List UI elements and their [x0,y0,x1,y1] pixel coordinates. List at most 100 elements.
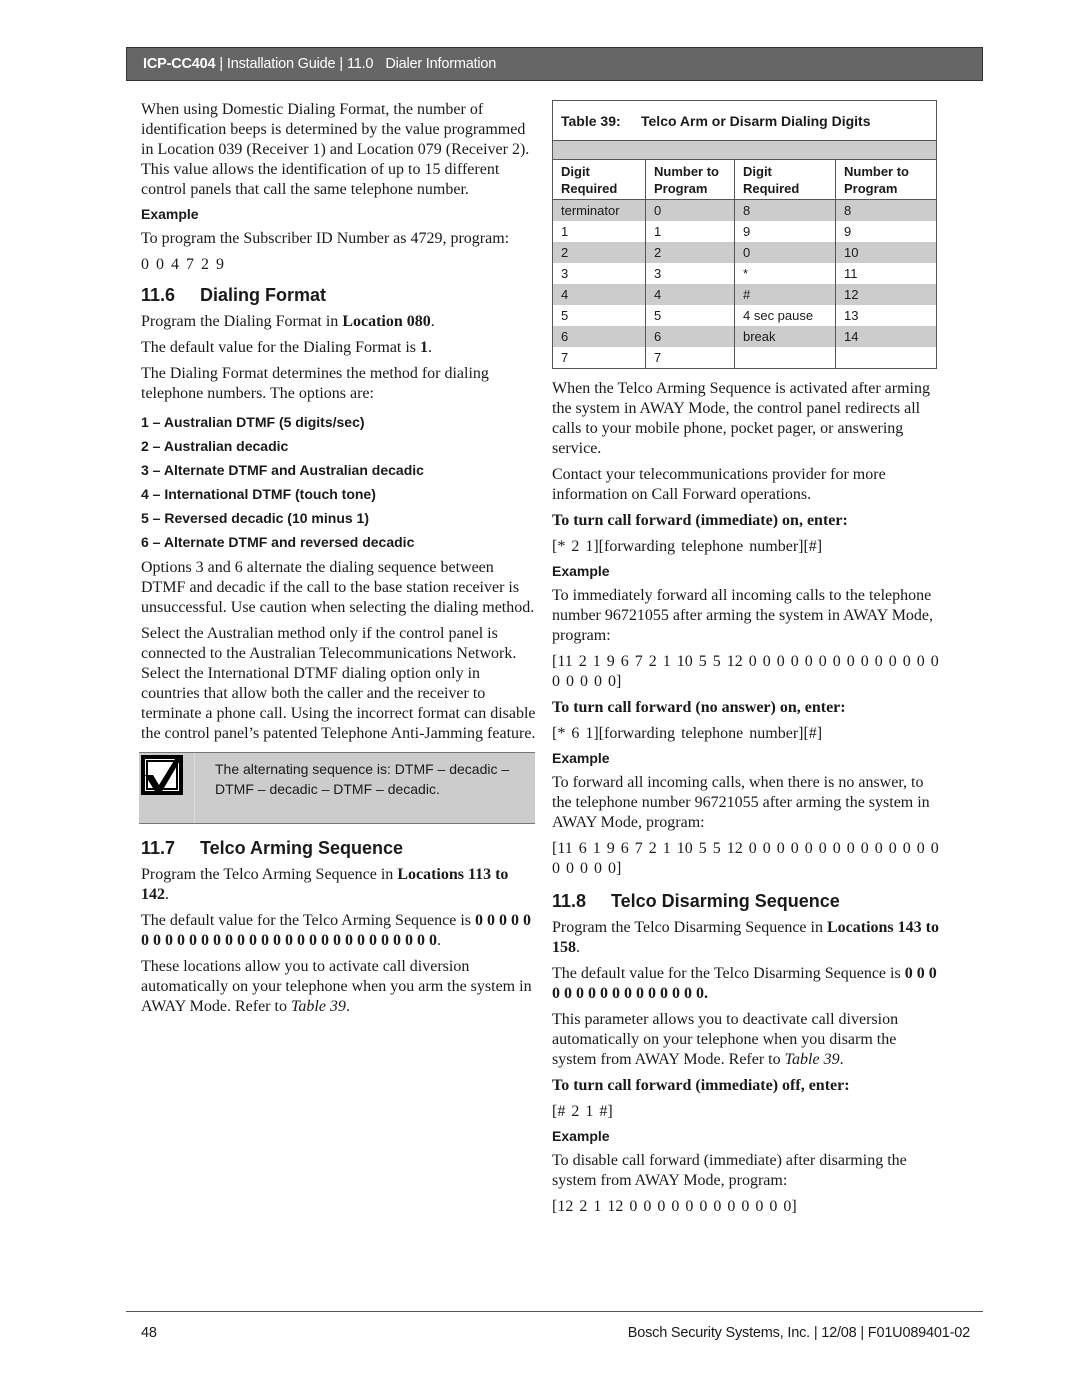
table-cell: 10 [835,242,937,263]
table-cell: 7 [645,347,735,369]
table-cell: break [734,326,836,347]
table-cell: # [734,284,836,305]
australian-method-paragraph: Select the Australian method only if the… [141,625,536,742]
arming-activation-paragraph: When the Telco Arming Sequence is activa… [552,380,930,457]
option-item: 1 – Australian DTMF (5 digits/sec) [141,414,365,430]
table-row: 77 [552,347,937,369]
table-cell: 7 [552,347,646,369]
dialing-format-location: Program the Dialing Format in Location 0… [141,313,435,330]
cf-off-heading: To turn call forward (immediate) off, en… [552,1077,850,1094]
cf-off-code: [# 2 1 #] [552,1103,613,1120]
section-heading-11-6: 11.6 Dialing Format [141,285,537,306]
table-cell: 9 [734,221,836,242]
table-cell: 4 [552,284,646,305]
chapter-title: Dialer Information [385,56,497,72]
table-cell: 14 [835,326,937,347]
arming-sequence-default: The default value for the Telco Arming S… [141,912,532,949]
table-cell: 2 [552,242,646,263]
right-column: Table 39: Telco Arm or Disarm Dialing Dig… [552,100,942,1223]
column-header: Number to Program [645,159,735,200]
table-row: 2 2 0 10 [552,242,937,263]
cf-noanswer-on-example-code: [11 6 1 9 6 7 2 1 10 5 5 12 0 0 0 0 0 0 … [552,840,939,877]
option-item: 4 – International DTMF (touch tone) [141,486,376,502]
cf-noanswer-on-code: [* 6 1][forwarding telephone number][#] [552,725,823,742]
cf-noanswer-on-example: To forward all incoming calls, when ther… [552,774,930,831]
table-title: Telco Arm or Disarm Dialing Digits [641,113,871,129]
table-reference: Table 39 [290,998,346,1015]
cf-immediate-on-example: To immediately forward all incoming call… [552,587,934,644]
table-row: 4 4 #12 [552,284,937,305]
table-row: 554 sec pause 13 [552,305,937,326]
left-column: When using Domestic Dialing Format, the … [139,100,537,1023]
table-row: terminator 0 8 8 [552,199,937,221]
cf-immediate-on-code: [* 2 1][forwarding telephone number][#] [552,538,823,555]
cf-immediate-on-heading: To turn call forward (immediate) on, ent… [552,512,848,529]
table-cell: terminator [552,199,646,221]
column-header: Digit Required [552,159,646,200]
table-cell: 9 [835,221,937,242]
table-cell: 4 [645,284,735,305]
page-number: 48 [141,1325,157,1341]
section-title: Dialing Format [200,285,327,305]
options-note-paragraph: Options 3 and 6 alternate the dialing se… [141,559,535,616]
header-separator: | [219,56,223,72]
document-id: F01U089401-02 [867,1325,970,1341]
column-header: Digit Required [734,159,836,200]
table-row: 3 3 * 11 [552,263,937,284]
table-cell: 0 [645,199,735,221]
example-label: Example [141,206,199,222]
column-header: Number to Program [835,159,937,200]
dialing-format-default: The default value for the Dialing Format… [141,339,433,356]
contact-provider-paragraph: Contact your telecommunications provider… [552,466,886,503]
cf-off-example-code: [12 2 1 12 0 0 0 0 0 0 0 0 0 0 0 0] [552,1198,797,1215]
arming-sequence-description: These locations allow you to activate ca… [141,958,532,1015]
table-cell: 5 [552,305,646,326]
section-heading-11-8: 11.8 Telco Disarming Sequence [552,891,942,912]
publication-date: 12/08 [821,1325,857,1341]
table-cell: 8 [734,199,836,221]
checkbox-note-icon [141,755,183,795]
table-cell: 6 [645,326,735,347]
company-name: Bosch Security Systems, Inc. [627,1325,810,1341]
table-cell: 12 [835,284,937,305]
table-row: 1199 [552,221,937,242]
header-separator: | [339,56,343,72]
table-title-row: Table 39: Telco Arm or Disarm Dialing Dig… [552,100,937,141]
table-cell: 1 [645,221,735,242]
table-cell: * [734,263,836,284]
product-name: ICP-CC404 [143,56,216,72]
table-header-row: Digit Required Number to Program Digit R… [552,159,937,200]
option-item: 5 – Reversed decadic (10 minus 1) [141,510,369,526]
table-cell: 8 [835,199,937,221]
table-number: Table 39: [561,113,621,129]
note-box: The alternating sequence is: DTMF – deca… [139,752,535,824]
arming-sequence-location: Program the Telco Arming Sequence in Loc… [141,866,509,903]
table-cell: 4 sec pause [734,305,836,326]
table-cell: 3 [552,263,646,284]
section-title: Telco Disarming Sequence [611,891,840,911]
disarming-sequence-description: This parameter allows you to deactivate … [552,1011,899,1068]
table-cell [835,347,937,369]
table-cell [734,347,836,369]
table-reference: Table 39 [784,1051,840,1068]
cf-immediate-on-example-code: [11 2 1 9 6 7 2 1 10 5 5 12 0 0 0 0 0 0 … [552,653,939,690]
example-text: To program the Subscriber ID Number as 4… [141,230,510,247]
footer-publisher: Bosch Security Systems, Inc. | 12/08 | F… [627,1325,970,1341]
example-label: Example [552,1128,610,1144]
table-cell: 11 [835,263,937,284]
table-cell: 2 [645,242,735,263]
cf-noanswer-on-heading: To turn call forward (no answer) on, ent… [552,699,846,716]
table-cell: 13 [835,305,937,326]
example-code: 0 0 4 7 2 9 [141,256,224,273]
intro-paragraph: When using Domestic Dialing Format, the … [141,101,530,198]
table-39: Table 39: Telco Arm or Disarm Dialing Dig… [552,100,937,369]
section-heading-11-7: 11.7 Telco Arming Sequence [141,838,537,859]
option-item: 2 – Australian decadic [141,438,289,454]
running-header: ICP-CC404 | Installation Guide | 11.0 Di… [126,47,983,81]
section-number: 11.8 [552,891,587,911]
note-text: The alternating sequence is: DTMF – deca… [215,761,510,797]
dialing-format-description: The Dialing Format determines the method… [141,365,489,402]
option-item: 3 – Alternate DTMF and Australian decadi… [141,462,424,478]
table-cell: 3 [645,263,735,284]
section-title: Telco Arming Sequence [200,838,404,858]
